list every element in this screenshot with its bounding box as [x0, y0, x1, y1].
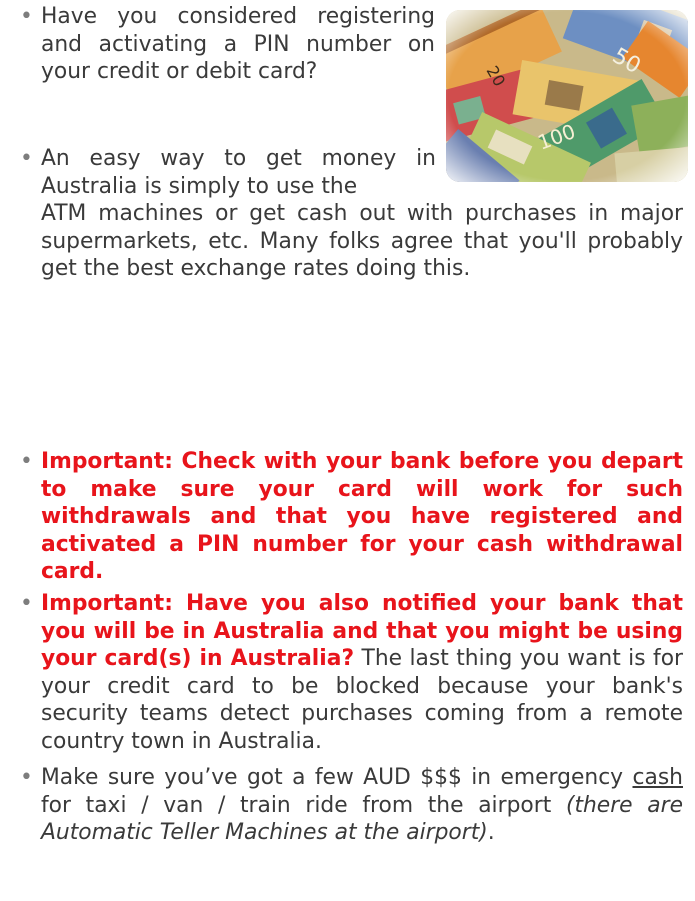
bullet-pin: • Have you considered registering and ac… [0, 3, 435, 86]
important-check-text: Important: Check with your bank before y… [41, 449, 683, 585]
cash-text-end: . [487, 820, 495, 846]
bullet-important-notify: • Important: Have you also notified your… [0, 590, 695, 756]
bullet-important-check: • Important: Check with your bank before… [0, 448, 695, 586]
cash-word: cash [632, 765, 683, 790]
bullet-atm: • An easy way to get money in Australia … [0, 145, 695, 283]
cash-text-mid: for taxi / van / train ride from the air… [41, 792, 566, 818]
bullet-atm-text: An easy way to get money in Australia is… [41, 146, 436, 199]
bullet-pin-text: Have you considered registering and acti… [41, 4, 435, 85]
bullet-dot: • [20, 449, 33, 474]
slide: 50 100 20 • Have you considered register… [0, 0, 695, 901]
bullet-dot: • [20, 591, 33, 616]
bullet-atm-text-continued: ATM machines or get cash out with purcha… [41, 201, 683, 282]
cash-text-pre: Make sure you’ve got a few AUD $$$ in em… [41, 765, 633, 790]
bullet-dot: • [20, 765, 33, 790]
bullet-dot: • [20, 4, 33, 29]
bullet-cash: • Make sure you’ve got a few AUD $$$ in … [0, 764, 695, 847]
bullet-dot: • [20, 146, 33, 171]
